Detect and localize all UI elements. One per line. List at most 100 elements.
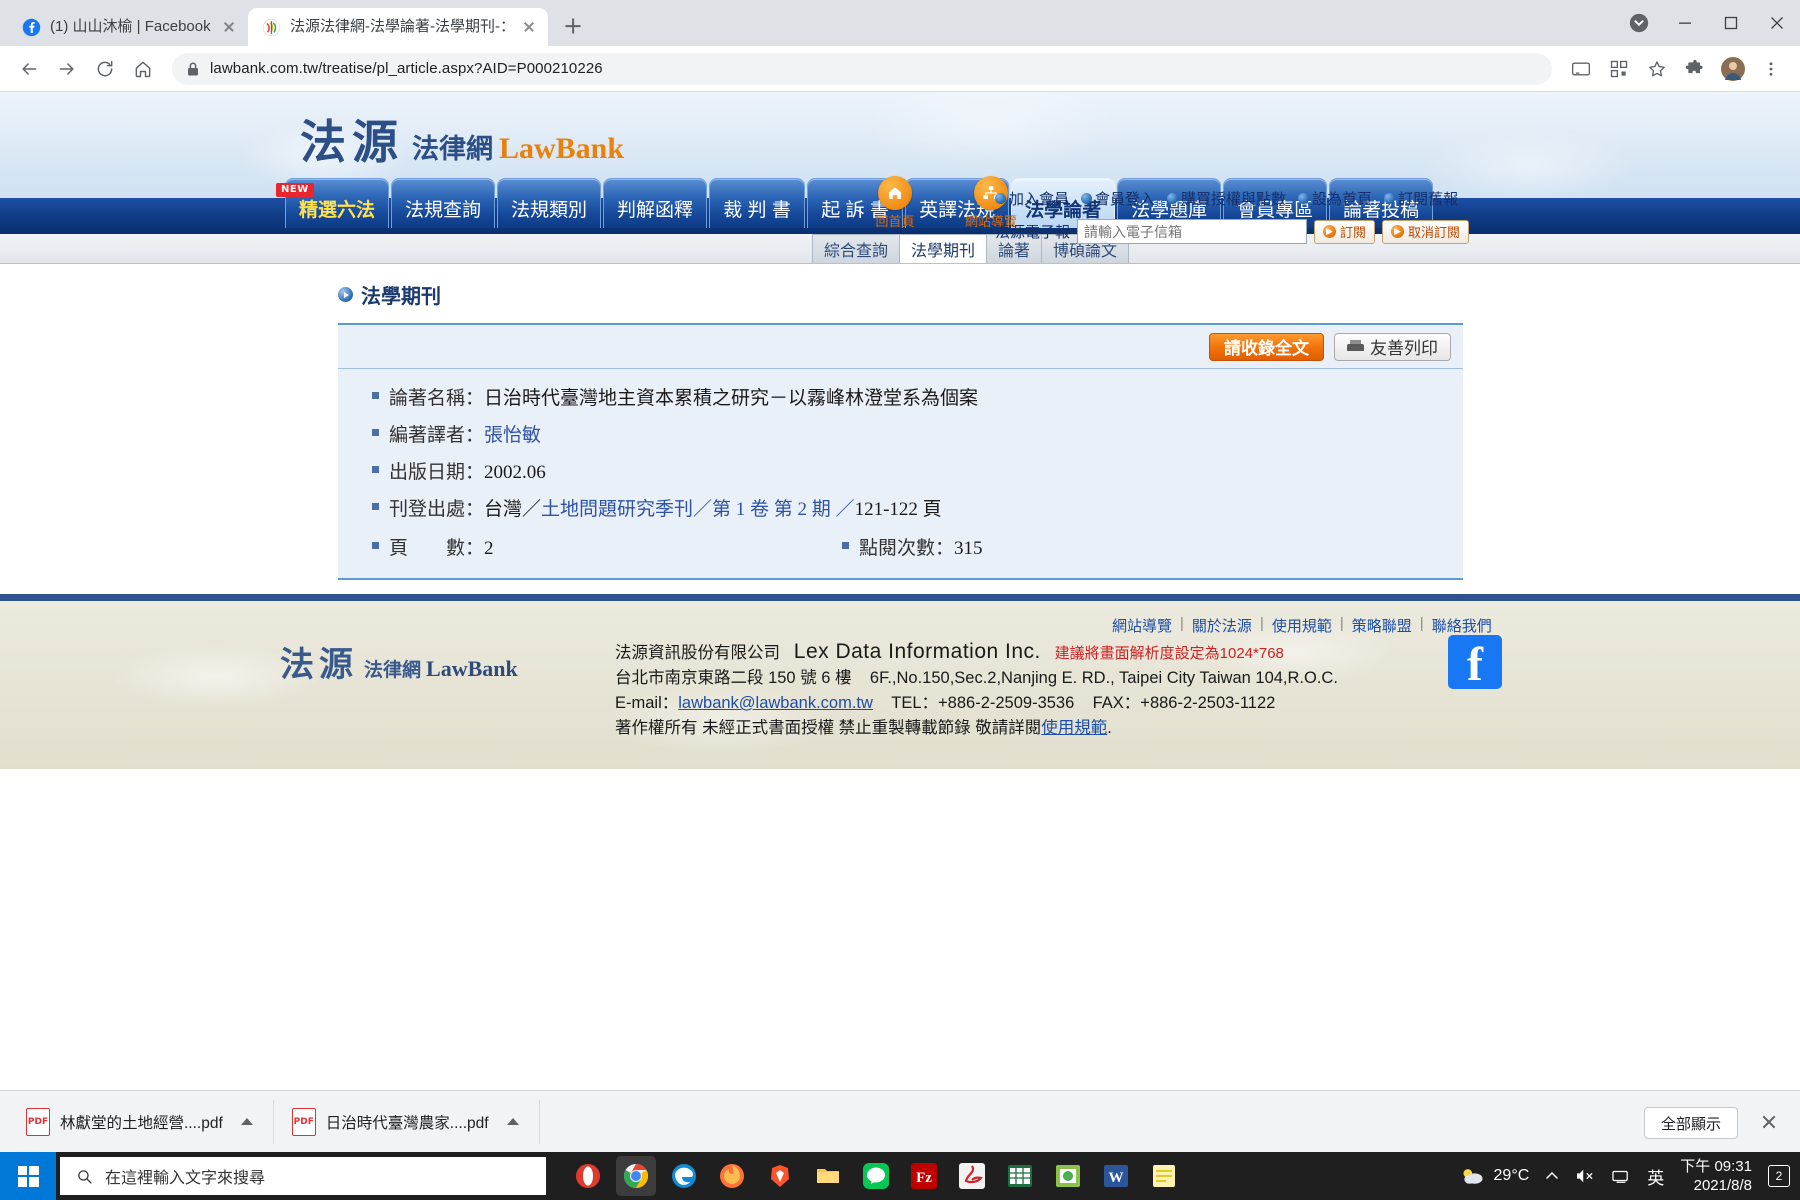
address-bar[interactable]: lawbank.com.tw/treatise/pl_article.aspx?…	[172, 52, 1552, 85]
divider: |	[1259, 615, 1264, 632]
web-page: 法源 法律網 LawBank 回首頁 網站導覽 加入會員 會員登入 購買授權與點…	[0, 92, 1800, 1112]
taskbar-clock[interactable]: 下午 09:31 2021/8/8	[1680, 1157, 1752, 1195]
quick-icon-label: 回首頁	[875, 214, 915, 229]
edge-icon[interactable]	[664, 1156, 704, 1196]
show-all-downloads-button[interactable]: 全部顯示	[1643, 1107, 1738, 1139]
author-link[interactable]: 張怡敏	[484, 422, 541, 450]
minimize-button[interactable]	[1662, 0, 1708, 46]
friendly-print-button[interactable]: 友善列印	[1334, 332, 1451, 361]
extension-overflow-icon[interactable]	[1616, 0, 1662, 46]
email-link[interactable]: lawbank@lawbank.com.tw	[678, 694, 873, 712]
bullet-square-icon	[372, 503, 379, 510]
header-links: 加入會員 會員登入 購買授權與點數 設為首頁 訂閱舊報	[995, 188, 1515, 209]
footer-link-terms[interactable]: 使用規範	[1272, 615, 1332, 636]
footer-link-about[interactable]: 關於法源	[1192, 615, 1252, 636]
back-arrow-icon[interactable]	[12, 52, 46, 86]
footer-link-sitemap[interactable]: 網站導覽	[1112, 615, 1172, 636]
publication-volume[interactable]: ／第 1 卷 第 2 期 ／	[693, 496, 855, 524]
download-item[interactable]: PDF 日治時代臺灣農家....pdf	[287, 1099, 540, 1144]
powerpoint-icon[interactable]	[1048, 1156, 1088, 1196]
footer-line-address: 台北市南京東路二段 150 號 6 樓 6F.,No.150,Sec.2,Nan…	[615, 666, 1338, 691]
divider: |	[1180, 615, 1184, 632]
svg-text:Fz: Fz	[916, 1170, 932, 1186]
firefox-icon[interactable]	[712, 1156, 752, 1196]
unsubscribe-button[interactable]: ▶ 取消訂閱	[1382, 219, 1470, 244]
article-fields: 論著名稱： 日治時代臺灣地主資本累積之研究－以霧峰林澄堂系為個案 編著譯者： 張…	[338, 369, 1463, 578]
weather-widget[interactable]: 29°C	[1460, 1165, 1529, 1187]
chevron-up-icon[interactable]	[240, 1118, 253, 1125]
publication-pages: 121-122 頁	[854, 499, 942, 520]
header-link-sethome[interactable]: 設為首頁	[1298, 188, 1372, 209]
brave-icon[interactable]	[760, 1156, 800, 1196]
field-value: 2002.06	[484, 462, 546, 483]
opera-icon[interactable]	[568, 1156, 608, 1196]
chrome-icon[interactable]	[616, 1156, 656, 1196]
header-link-join[interactable]: 加入會員	[995, 188, 1069, 209]
subnav-label: 綜合查詢	[824, 243, 889, 260]
header-right: 加入會員 會員登入 購買授權與點數 設為首頁 訂閱舊報 法源電子報 ▶ 訂閱	[995, 188, 1515, 244]
header-link-archive[interactable]: 訂閱舊報	[1384, 188, 1458, 209]
word-icon[interactable]: W	[1096, 1156, 1136, 1196]
avatar[interactable]	[1716, 52, 1750, 86]
line-icon[interactable]	[856, 1156, 896, 1196]
close-icon[interactable]	[520, 18, 538, 36]
bookmark-star-icon[interactable]	[1640, 52, 1674, 86]
site-header: 法源 法律網 LawBank 回首頁 網站導覽 加入會員 會員登入 購買授權與點…	[0, 92, 1800, 244]
download-item[interactable]: PDF 林獻堂的土地經營....pdf	[22, 1099, 274, 1144]
sticky-notes-icon[interactable]	[1144, 1156, 1184, 1196]
company-name-cn: 法源資訊股份有限公司	[615, 644, 780, 662]
cast-icon[interactable]	[1564, 52, 1598, 86]
company-name-en: Lex Data Information Inc.	[793, 640, 1041, 663]
browser-toolbar: lawbank.com.tw/treatise/pl_article.aspx?…	[0, 46, 1800, 92]
svg-text:W: W	[1109, 1170, 1124, 1186]
chevron-up-icon[interactable]	[506, 1118, 519, 1125]
subnav-item-comprehensive-search[interactable]: 綜合查詢	[812, 234, 901, 263]
field-label: 頁 數：	[389, 538, 485, 559]
volume-mute-icon[interactable]	[1575, 1168, 1595, 1184]
file-explorer-icon[interactable]	[808, 1156, 848, 1196]
qr-code-icon[interactable]	[1602, 52, 1636, 86]
header-link-purchase[interactable]: 購買授權與點數	[1167, 188, 1286, 209]
windows-start-icon[interactable]	[0, 1152, 56, 1200]
acrobat-icon[interactable]	[952, 1156, 992, 1196]
subnav-item-law-journal[interactable]: 法學期刊	[900, 234, 988, 263]
nav-item-label: 精選六法	[299, 200, 376, 221]
footer-logo[interactable]: 法源 法律網 LawBank	[280, 637, 518, 686]
taskbar-search-input[interactable]: 在這裡輸入文字來搜尋	[60, 1157, 546, 1195]
forward-arrow-icon[interactable]	[50, 52, 84, 86]
collect-fulltext-button[interactable]: 請收錄全文	[1209, 332, 1324, 361]
ime-icon[interactable]: 英	[1647, 1164, 1664, 1189]
close-icon[interactable]	[220, 18, 238, 36]
maximize-button[interactable]	[1708, 0, 1754, 46]
extensions-icon[interactable]	[1678, 52, 1712, 86]
terms-link[interactable]: 使用規範	[1041, 719, 1107, 737]
home-icon	[878, 176, 912, 210]
close-window-button[interactable]	[1754, 0, 1800, 46]
notification-badge[interactable]: 2	[1768, 1165, 1790, 1187]
facebook-icon[interactable]: f	[1448, 635, 1502, 691]
site-logo[interactable]: 法源 法律網 LawBank	[300, 106, 624, 172]
header-link-login[interactable]: 會員登入	[1081, 188, 1155, 209]
address-cn: 台北市南京東路二段 150 號 6 樓	[615, 669, 852, 687]
new-tab-button[interactable]	[556, 9, 590, 43]
footer-link-contact[interactable]: 聯絡我們	[1432, 615, 1492, 636]
reload-icon[interactable]	[88, 52, 122, 86]
field-row-author: 編著譯者： 張怡敏	[372, 422, 1463, 450]
browser-tab-lawbank[interactable]: 法源法律網-法學論著-法學期刊-：	[248, 8, 548, 46]
network-icon[interactable]	[1611, 1168, 1631, 1184]
journal-link[interactable]: 土地問題研究季刊	[541, 496, 693, 524]
home-icon[interactable]	[126, 52, 160, 86]
chrome-menu-icon[interactable]	[1754, 52, 1788, 86]
excel-icon[interactable]	[1000, 1156, 1040, 1196]
subscribe-button[interactable]: ▶ 訂閱	[1314, 219, 1376, 244]
field-value: 315	[954, 538, 983, 559]
footer-link-alliance[interactable]: 策略聯盟	[1352, 615, 1412, 636]
quick-icon-home[interactable]: 回首頁	[862, 176, 928, 230]
close-icon[interactable]	[1758, 1111, 1780, 1133]
newsletter-email-input[interactable]	[1077, 219, 1308, 244]
filezilla-icon[interactable]: Fz	[904, 1156, 944, 1196]
browser-tab-facebook[interactable]: (1) 山山沐榆 | Facebook	[8, 8, 248, 46]
chevron-up-icon[interactable]	[1545, 1169, 1559, 1183]
pdf-icon: PDF	[291, 1107, 316, 1136]
bullet-dot-icon	[995, 193, 1006, 204]
